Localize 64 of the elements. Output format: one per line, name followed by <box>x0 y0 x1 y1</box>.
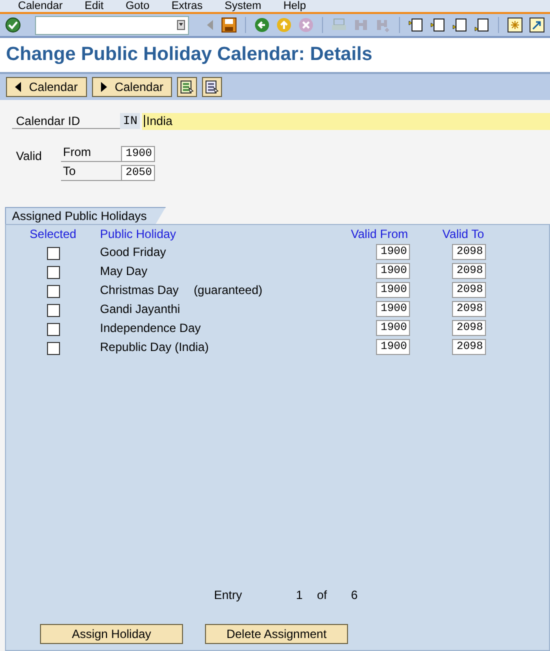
code-field: IN <box>120 113 140 129</box>
page-icon[interactable] <box>474 17 490 33</box>
checkbox[interactable] <box>46 247 60 260</box>
field-label: Valid <box>16 148 43 165</box>
column-header: Public Holiday <box>100 227 178 241</box>
calendar-button[interactable]: Calendar <box>92 77 172 97</box>
holiday-name: Gandi Jayanthi <box>100 302 180 316</box>
menu-item[interactable]: Calendar <box>18 0 63 12</box>
year-field[interactable]: 2098 <box>452 263 486 279</box>
left-arrow-icon <box>15 82 21 92</box>
column-header: Selected <box>28 227 78 241</box>
checkbox[interactable] <box>46 266 60 279</box>
calendar-name-field[interactable]: India <box>142 112 550 130</box>
entry-label: Entry <box>214 588 244 602</box>
column-header: Valid To <box>441 227 485 241</box>
checkbox[interactable] <box>46 323 60 336</box>
menu-item[interactable]: Help <box>283 0 306 12</box>
list-icon-button[interactable] <box>202 77 222 97</box>
command-field[interactable] <box>35 16 190 34</box>
window-icon[interactable] <box>507 17 524 33</box>
entry-number: 1 <box>296 588 304 602</box>
holiday-name: Republic Day (India) <box>100 340 209 354</box>
page-icon[interactable] <box>452 17 468 33</box>
delete-assignment-button[interactable]: Delete Assignment <box>205 624 348 644</box>
year-field[interactable]: 1900 <box>376 263 410 279</box>
column-header: Valid From <box>350 227 409 241</box>
year-field[interactable]: 2050 <box>121 165 155 181</box>
year-field[interactable]: 2098 <box>452 320 486 336</box>
year-field[interactable]: 1900 <box>376 320 410 336</box>
year-field[interactable]: 1900 <box>376 282 410 298</box>
calendar-button[interactable]: Calendar <box>6 77 87 97</box>
checkmark-icon[interactable] <box>5 17 21 33</box>
holiday-name: May Day <box>100 264 148 278</box>
back-icon[interactable] <box>254 17 270 33</box>
year-field[interactable]: 2098 <box>452 339 486 355</box>
entry-count: 6 <box>351 588 358 602</box>
dropdown-icon[interactable] <box>177 20 186 30</box>
year-field[interactable]: 1900 <box>121 146 155 162</box>
list-icon-button[interactable] <box>177 77 198 97</box>
year-field[interactable]: 1900 <box>376 301 410 317</box>
menu-item[interactable]: System <box>224 0 262 12</box>
checkbox[interactable] <box>46 285 60 298</box>
holiday-name: Good Friday <box>100 245 166 259</box>
menu-item[interactable]: Extras <box>171 0 203 12</box>
holiday-name: Christmas Day <box>100 283 179 297</box>
year-field[interactable]: 1900 <box>376 244 410 260</box>
assign-holiday-button[interactable]: Assign Holiday <box>40 624 183 644</box>
window-icon[interactable] <box>529 17 546 33</box>
year-field[interactable]: 1900 <box>376 339 410 355</box>
menu-item[interactable]: Goto <box>126 0 150 12</box>
page-icon[interactable] <box>408 17 424 33</box>
year-field[interactable]: 2098 <box>452 244 486 260</box>
menu-item[interactable]: Edit <box>84 0 104 12</box>
year-field[interactable]: 2098 <box>452 301 486 317</box>
year-field[interactable]: 2098 <box>452 282 486 298</box>
save-icon[interactable] <box>221 17 238 33</box>
right-arrow-icon <box>100 82 107 92</box>
holiday-name: Independence Day <box>100 321 201 335</box>
entry-label: of <box>317 588 328 602</box>
checkbox[interactable] <box>46 304 60 317</box>
holiday-note: (guaranteed) <box>194 283 262 297</box>
screen-title: Change Public Holiday Calendar: Details <box>6 44 372 66</box>
page-icon[interactable] <box>430 17 446 33</box>
checkbox[interactable] <box>46 342 60 355</box>
